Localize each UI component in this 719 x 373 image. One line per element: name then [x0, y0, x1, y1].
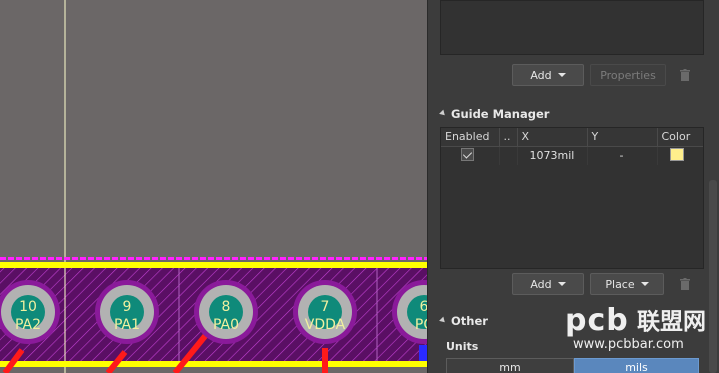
add-guide-button[interactable]: Add [512, 273, 584, 295]
pad-net-name: VDDA [305, 317, 346, 333]
place-guide-button[interactable]: Place [590, 273, 664, 295]
enabled-checkbox[interactable] [461, 147, 474, 161]
pad-number: 8 [222, 299, 231, 315]
delete-icon[interactable] [674, 64, 696, 86]
guide-manager-header[interactable]: Guide Manager [439, 107, 550, 121]
pcb-pad[interactable]: 7 VDDA [293, 280, 357, 344]
table-row[interactable]: 1073mil - [441, 146, 703, 165]
col-y[interactable]: Y [587, 128, 658, 147]
add-guide-button-label: Add [530, 277, 552, 291]
add-button-top-label: Add [530, 68, 552, 82]
col-x[interactable]: X [517, 128, 588, 147]
pad-number: 6 [420, 299, 427, 315]
watermark-logo: pcb 联盟网 www.pcbbar.com [565, 306, 719, 362]
col-color[interactable]: Color [657, 128, 703, 147]
watermark-brand: pcb [565, 303, 629, 338]
collapse-triangle-icon [439, 109, 447, 118]
pad-number: 7 [321, 299, 330, 315]
other-title: Other [451, 314, 488, 328]
pcb-drawing: 10PA29PA18PA07VDDA6PC [0, 0, 427, 373]
pad-number: 10 [19, 299, 37, 315]
place-guide-button-label: Place [605, 277, 635, 291]
pad-number: 9 [123, 299, 132, 315]
board-outline-top [0, 262, 427, 268]
guide-table: Enabled .. X Y Color 1073mil - [440, 127, 704, 269]
chevron-down-icon [557, 73, 566, 77]
units-label: Units [446, 340, 479, 353]
collapse-triangle-icon [439, 316, 447, 325]
add-button-top[interactable]: Add [512, 64, 584, 86]
watermark-url: www.pcbbar.com [573, 337, 684, 352]
col-dots[interactable]: .. [499, 128, 518, 147]
chevron-down-icon [640, 282, 649, 286]
col-enabled[interactable]: Enabled [441, 128, 500, 147]
blue-edge-marker [419, 345, 427, 361]
properties-button[interactable]: Properties [590, 64, 666, 86]
units-mm-option[interactable]: mm [446, 358, 574, 373]
pad-net-name: PA1 [114, 317, 140, 333]
other-header[interactable]: Other [439, 314, 488, 328]
delete-guide-icon[interactable] [674, 273, 696, 295]
properties-button-label: Properties [600, 68, 656, 82]
pcb-pad[interactable]: 9PA1 [95, 280, 159, 344]
pcb-canvas[interactable]: 10PA29PA18PA07VDDA6PC [0, 0, 427, 373]
chevron-down-icon [557, 282, 566, 286]
board-outline-bottom [0, 361, 427, 367]
guide-color-swatch[interactable] [669, 147, 684, 161]
guide-y-value: - [587, 146, 658, 165]
guide-manager-title: Guide Manager [451, 107, 550, 121]
watermark-brand-cn: 联盟网 [637, 309, 706, 335]
pad-net-name: PC [415, 317, 427, 333]
pad-net-name: PA0 [213, 317, 239, 333]
pcb-pad[interactable]: 8PA0 [194, 280, 258, 344]
pad-net-name: PA2 [15, 317, 41, 333]
top-list-area [440, 0, 704, 55]
guide-x-value: 1073mil [517, 146, 588, 165]
